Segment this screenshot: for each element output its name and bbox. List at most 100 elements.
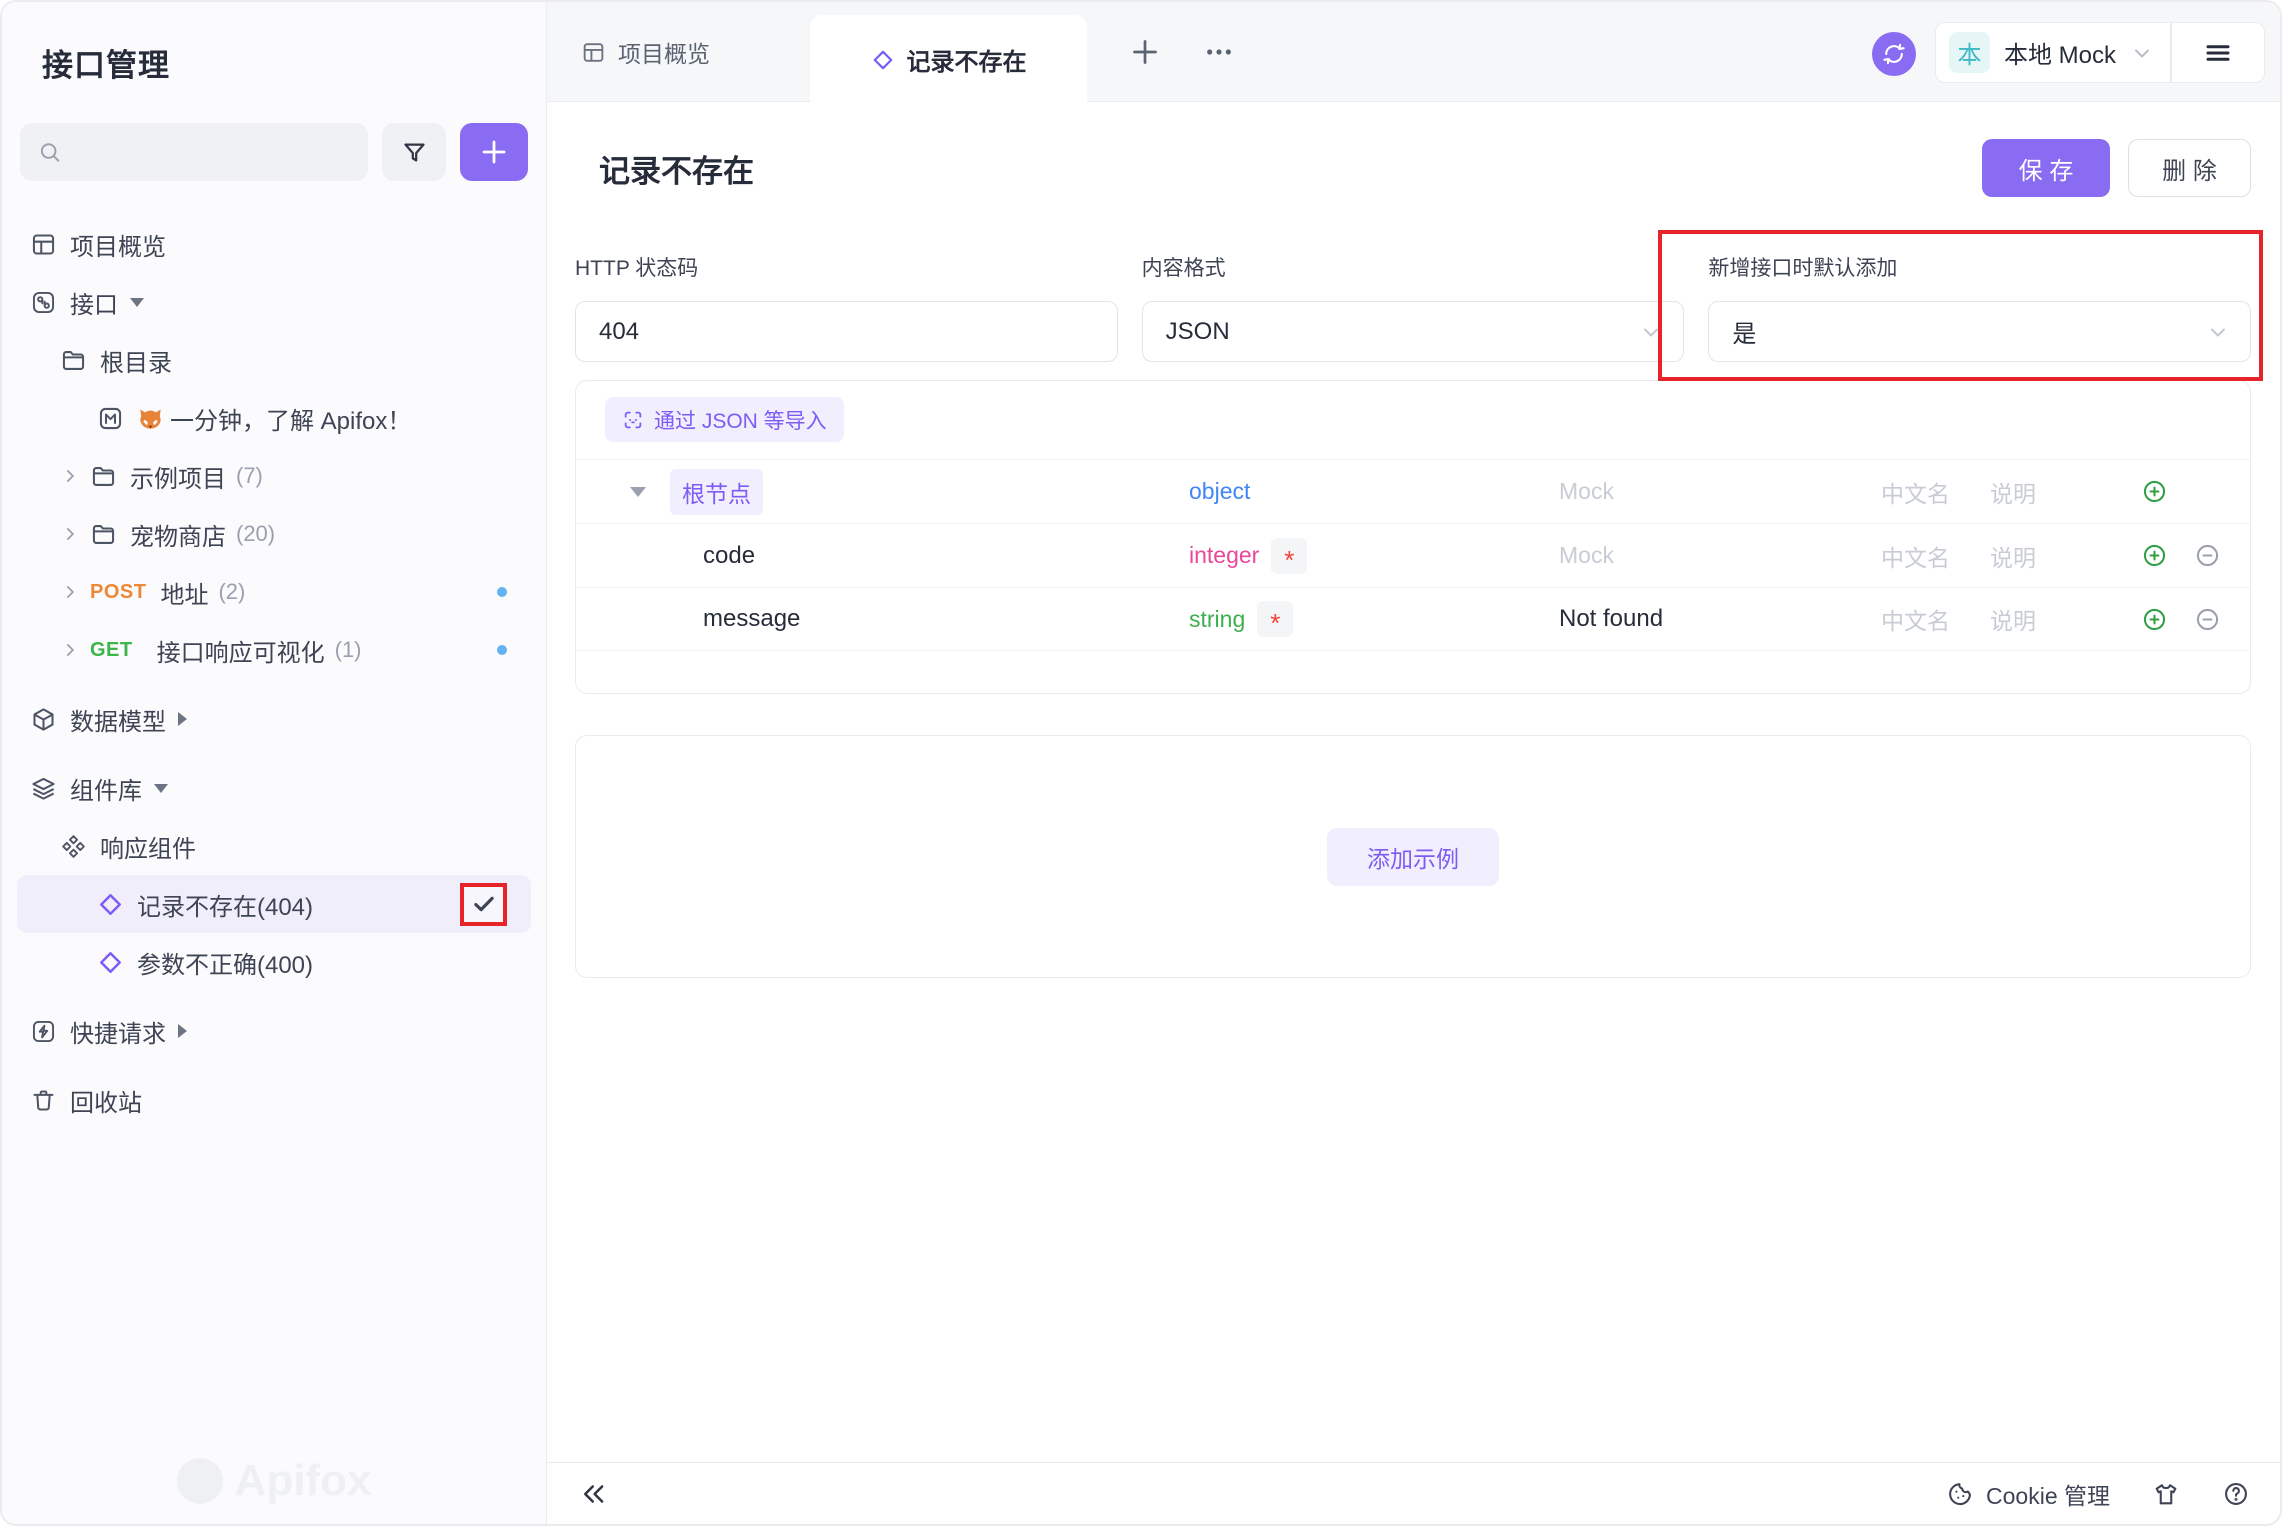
item-count: (1) bbox=[335, 637, 362, 663]
filter-icon bbox=[401, 139, 428, 166]
header-actions: 保 存 删 除 bbox=[1982, 139, 2251, 197]
tab-label: 项目概览 bbox=[618, 35, 710, 69]
item-count: (2) bbox=[218, 579, 245, 605]
cn-name-placeholder[interactable]: 中文名 bbox=[1881, 475, 1990, 509]
save-button[interactable]: 保 存 bbox=[1982, 139, 2110, 197]
collapse-sidebar-icon[interactable] bbox=[579, 1479, 609, 1509]
http-status-input[interactable] bbox=[599, 318, 1097, 346]
folder-icon bbox=[60, 347, 87, 374]
add-example-button[interactable]: 添加示例 bbox=[1327, 828, 1499, 886]
description-placeholder[interactable]: 说明 bbox=[1990, 475, 2141, 509]
type-label[interactable]: integer bbox=[1189, 542, 1259, 569]
mock-placeholder[interactable]: Mock bbox=[1559, 542, 1881, 569]
sidebar-item-root-folder[interactable]: 根目录 bbox=[17, 331, 531, 389]
cn-name-placeholder[interactable]: 中文名 bbox=[1881, 602, 1990, 636]
trash-icon bbox=[30, 1087, 57, 1114]
mock-value[interactable]: Not found bbox=[1559, 605, 1881, 633]
add-button[interactable] bbox=[460, 123, 528, 181]
caret-down-icon[interactable] bbox=[630, 487, 646, 497]
import-json-button[interactable]: 通过 JSON 等导入 bbox=[605, 397, 844, 442]
method-badge-post: POST bbox=[90, 581, 146, 604]
layers-icon bbox=[30, 775, 57, 802]
sidebar-item-label: 响应组件 bbox=[100, 829, 196, 864]
chevron-right-icon bbox=[60, 582, 80, 602]
tab-more-button[interactable] bbox=[1199, 38, 1239, 66]
required-asterisk: * bbox=[1271, 538, 1307, 574]
sidebar-item-recycle-bin[interactable]: 回收站 bbox=[17, 1071, 531, 1129]
description-placeholder[interactable]: 说明 bbox=[1990, 602, 2141, 636]
sidebar-item-quick-request[interactable]: 快捷请求 bbox=[17, 1002, 531, 1060]
default-add-select[interactable]: 是 bbox=[1708, 301, 2251, 362]
method-badge-get: GET bbox=[90, 639, 133, 662]
scan-import-icon bbox=[622, 409, 644, 431]
sidebar-item-invalid-params[interactable]: 参数不正确(400) bbox=[17, 933, 531, 991]
hamburger-icon bbox=[2203, 38, 2233, 68]
sidebar-item-example-project[interactable]: 示例项目 (7) bbox=[17, 447, 531, 505]
menu-button[interactable] bbox=[2172, 38, 2264, 68]
cookie-icon bbox=[1946, 1480, 1974, 1508]
field-name[interactable]: message bbox=[670, 605, 1189, 633]
env-badge: 本 bbox=[1949, 32, 1990, 73]
import-row: 通过 JSON 等导入 bbox=[576, 381, 2250, 459]
sidebar-item-response-components[interactable]: 响应组件 bbox=[17, 817, 531, 875]
response-fields: HTTP 状态码 内容格式 JSON 新增接口时默认添加 bbox=[575, 252, 2251, 362]
search-box[interactable] bbox=[20, 123, 368, 181]
cn-name-placeholder[interactable]: 中文名 bbox=[1881, 539, 1990, 573]
field-name[interactable]: code bbox=[670, 542, 1189, 570]
description-placeholder[interactable]: 说明 bbox=[1990, 539, 2141, 573]
root-node-chip[interactable]: 根节点 bbox=[670, 469, 763, 515]
add-field-icon[interactable] bbox=[2141, 478, 2168, 505]
theme-tshirt-icon[interactable] bbox=[2152, 1480, 2180, 1508]
page-title: 记录不存在 bbox=[599, 146, 754, 191]
sidebar-item-pet-store[interactable]: 宠物商店 (20) bbox=[17, 505, 531, 563]
type-label[interactable]: string bbox=[1189, 606, 1245, 633]
delete-button[interactable]: 删 除 bbox=[2128, 139, 2251, 197]
cookie-manager-button[interactable]: Cookie 管理 bbox=[1946, 1477, 2110, 1511]
modified-dot bbox=[497, 587, 507, 597]
diamond-icon bbox=[871, 48, 895, 72]
schema-row-code[interactable]: code integer * Mock 中文名 说明 bbox=[576, 523, 2250, 587]
tab-project-overview[interactable]: 项目概览 bbox=[571, 2, 720, 102]
sidebar-item-data-models[interactable]: 数据模型 bbox=[17, 690, 531, 748]
examples-panel: 添加示例 bbox=[575, 735, 2251, 978]
filter-button[interactable] bbox=[382, 123, 446, 181]
type-label[interactable]: object bbox=[1189, 478, 1250, 505]
highlighted-checkmark-box[interactable] bbox=[460, 883, 507, 926]
schema-editor: 通过 JSON 等导入 根节点 object Mock 中文名 说明 bbox=[575, 380, 2251, 694]
schema-row-message[interactable]: message string * Not found 中文名 说明 bbox=[576, 587, 2250, 651]
new-tab-button[interactable] bbox=[1127, 34, 1163, 70]
diamond-icon bbox=[97, 949, 124, 976]
sidebar-tree: 项目概览 接口 根目录 一分钟，了解 Apifox！ 示例项目 (7) bbox=[2, 215, 546, 1129]
cube-icon bbox=[30, 706, 57, 733]
remove-field-icon[interactable] bbox=[2194, 542, 2221, 569]
sidebar-item-get-visualization[interactable]: GET 接口响应可视化 (1) bbox=[17, 621, 531, 679]
add-field-icon[interactable] bbox=[2141, 606, 2168, 633]
search-input[interactable] bbox=[71, 139, 350, 166]
sidebar-item-post-address[interactable]: POST 地址 (2) bbox=[17, 563, 531, 621]
help-icon[interactable] bbox=[2222, 1480, 2250, 1508]
caret-right-icon bbox=[178, 712, 187, 726]
env-label: 本地 Mock bbox=[2004, 35, 2116, 70]
sidebar-item-apis[interactable]: 接口 bbox=[17, 273, 531, 331]
field-label: 新增接口时默认添加 bbox=[1708, 252, 2251, 282]
sidebar-item-project-overview[interactable]: 项目概览 bbox=[17, 215, 531, 273]
sidebar-item-label: 根目录 bbox=[100, 343, 172, 378]
environment-selector[interactable]: 本 本地 Mock bbox=[1935, 22, 2265, 83]
sidebar-item-record-not-found[interactable]: 记录不存在(404) bbox=[17, 875, 531, 933]
content-format-select[interactable]: JSON bbox=[1142, 301, 1685, 362]
import-json-label: 通过 JSON 等导入 bbox=[654, 405, 827, 435]
sync-button[interactable] bbox=[1872, 32, 1916, 76]
chevron-down-icon bbox=[2130, 41, 2154, 65]
schema-row-root[interactable]: 根节点 object Mock 中文名 说明 bbox=[576, 459, 2250, 523]
tab-record-not-found[interactable]: 记录不存在 bbox=[810, 15, 1087, 104]
add-field-icon[interactable] bbox=[2141, 542, 2168, 569]
page-header: 记录不存在 保 存 删 除 bbox=[575, 139, 2251, 197]
sync-icon bbox=[1881, 41, 1907, 67]
sidebar-item-doc-intro[interactable]: 一分钟，了解 Apifox！ bbox=[17, 389, 531, 447]
tab-bar: 项目概览 记录不存在 本 本地 Mock bbox=[547, 2, 2280, 102]
sidebar-item-component-library[interactable]: 组件库 bbox=[17, 759, 531, 817]
chevron-down-icon bbox=[1639, 320, 1663, 344]
remove-field-icon[interactable] bbox=[2194, 606, 2221, 633]
mock-placeholder[interactable]: Mock bbox=[1559, 478, 1881, 505]
caret-down-icon bbox=[154, 784, 168, 793]
